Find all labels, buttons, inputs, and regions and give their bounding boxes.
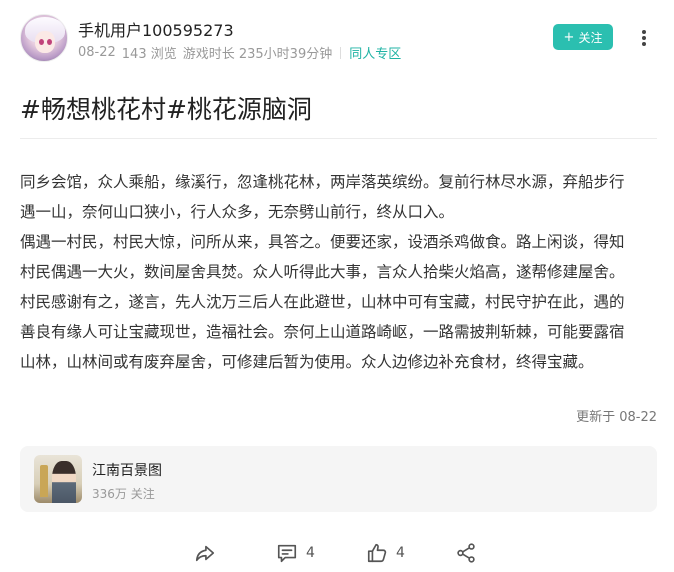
share-nodes-icon [457, 543, 475, 563]
post-title: #畅想桃花村#桃花源脑洞 [20, 95, 312, 124]
author-avatar[interactable] [20, 14, 68, 62]
post-body: 同乡会馆，众人乘船，缘溪行，忽逢桃花林，两岸落英缤纷。复前行林尽水源，弃船步行 … [20, 167, 660, 377]
zone-link[interactable]: 同人专区 [349, 43, 401, 62]
avatar-eye-right [47, 39, 52, 45]
share-forward-button[interactable] [194, 538, 216, 568]
circle-name: 江南百景图 [92, 463, 162, 479]
avatar-face [35, 31, 55, 53]
body-line: 善良有缘人可让宝藏现世，造福社会。奈何上山道路崎岖，一路需披荆斩棘，可能要露宿 [20, 323, 625, 341]
like-button[interactable]: 4 [366, 538, 405, 568]
follow-button[interactable]: + 关注 [553, 24, 613, 50]
play-time: 游戏时长 235小时39分钟 [182, 47, 333, 62]
bottom-action-bar: 4 4 [0, 538, 674, 568]
title-divider [20, 138, 657, 139]
follow-label: 关注 [578, 30, 603, 45]
body-line: 遇一山，奈何山口狭小，行人众多，无奈劈山前行，终从口入。 [20, 203, 455, 221]
circle-followers: 336万 关注 [92, 487, 155, 501]
post-meta: 08-22 143 浏览 游戏时长 235小时39分钟 同人专区 [78, 43, 407, 62]
body-line: 村民感谢有之，遂言，先人沈万三后人在此避世，山林中可有宝藏，村民守护在此，遇的 [20, 293, 625, 311]
body-line: 同乡会馆，众人乘船，缘溪行，忽逢桃花林，两岸落英缤纷。复前行林尽水源，弃船步行 [20, 173, 625, 191]
plus-icon: + [563, 29, 575, 45]
body-line: 山林，山林间或有废弃屋舍，可修建后暂为使用。众人边修边补充食材，终得宝藏。 [20, 353, 594, 371]
like-count: 4 [396, 545, 405, 561]
more-vertical-icon[interactable] [634, 26, 654, 50]
comment-icon [277, 544, 297, 563]
share-forward-icon [195, 545, 215, 562]
share-button[interactable] [455, 538, 477, 568]
circle-thumbnail [34, 455, 82, 503]
thumb-tower [40, 465, 48, 497]
thumb-character [52, 461, 76, 503]
updated-time: 更新于 08-22 [576, 410, 657, 425]
post-date: 08-22 [78, 45, 116, 60]
comment-count: 4 [306, 545, 315, 561]
avatar-eye-left [39, 39, 44, 45]
thumbs-up-icon [367, 543, 387, 563]
comment-button[interactable]: 4 [276, 538, 315, 568]
body-line: 偶遇一村民，村民大惊，问所从来，具答之。便要还家，设酒杀鸡做食。路上闲谈，得知 [20, 233, 625, 251]
author-name[interactable]: 手机用户100595273 [78, 17, 234, 41]
meta-divider [340, 46, 342, 59]
circle-card[interactable]: 江南百景图 336万 关注 [20, 446, 657, 512]
post-header: 手机用户100595273 08-22 143 浏览 游戏时长 235小时39分… [20, 14, 660, 62]
view-count: 143 浏览 [121, 47, 177, 62]
body-line: 村民偶遇一大火，数间屋舍具焚。众人听得此大事，言众人拾柴火焰高，遂帮修建屋舍。 [20, 263, 625, 281]
